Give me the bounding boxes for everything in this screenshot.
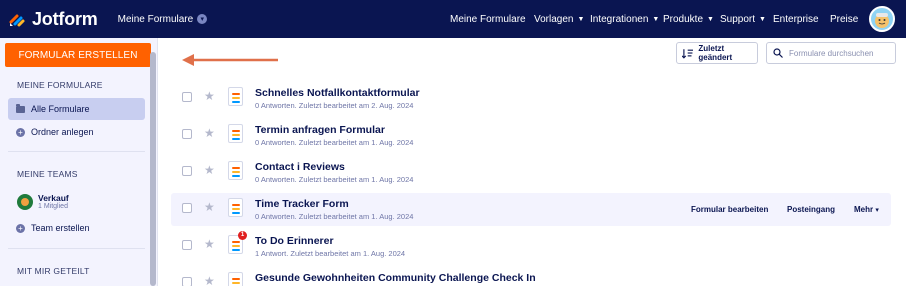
form-row[interactable]: ★ Termin anfragen Formular 0 Antworten. …: [171, 119, 891, 152]
form-row[interactable]: ★ Schnelles Notfallkontaktformular 0 Ant…: [171, 82, 891, 115]
star-icon[interactable]: ★: [204, 200, 215, 214]
edit-form-button[interactable]: Formular bearbeiten: [691, 205, 768, 214]
divider: [8, 248, 145, 249]
row-checkbox[interactable]: [182, 240, 192, 250]
sidebar-item-all-forms[interactable]: Alle Formulare: [8, 98, 145, 120]
nav-item-enterprise[interactable]: Enterprise: [773, 14, 819, 25]
star-icon[interactable]: ★: [204, 163, 215, 177]
form-meta: 0 Antworten. Zuletzt bearbeitet am 1. Au…: [255, 175, 414, 184]
row-checkbox[interactable]: [182, 277, 192, 286]
team-name: Verkauf: [38, 193, 69, 203]
sidebar-item-label: Ordner anlegen: [31, 127, 94, 137]
form-title[interactable]: To Do Erinnerer: [255, 235, 334, 247]
star-icon[interactable]: ★: [204, 126, 215, 140]
nav-item-integrationen[interactable]: Integrationen ▼: [590, 14, 659, 25]
form-title[interactable]: Gesunde Gewohnheiten Community Challenge…: [255, 272, 536, 284]
form-row[interactable]: ★ Contact i Reviews 0 Antworten. Zuletzt…: [171, 156, 891, 189]
form-title[interactable]: Termin anfragen Formular: [255, 124, 385, 136]
top-navigation: Jotform Meine Formulare ▾ Meine Formular…: [0, 0, 906, 38]
chevron-down-icon: ▼: [577, 15, 585, 23]
sidebar-scrollbar[interactable]: [150, 52, 156, 286]
star-icon[interactable]: ★: [204, 237, 215, 251]
sidebar-item-team-verkauf[interactable]: Verkauf 1 Mitglied: [17, 193, 69, 210]
search-input[interactable]: [789, 48, 889, 58]
nav-item-vorlagen[interactable]: Vorlagen ▼: [534, 14, 584, 25]
sidebar-item-label: Alle Formulare: [31, 104, 90, 114]
workspace-selector[interactable]: Meine Formulare ▾: [118, 14, 208, 25]
nav-item-produkte[interactable]: Produkte ▼: [663, 14, 714, 25]
nav-label: Integrationen: [590, 13, 649, 25]
row-checkbox[interactable]: [182, 129, 192, 139]
form-title[interactable]: Schnelles Notfallkontaktformular: [255, 87, 420, 99]
plus-icon: +: [16, 127, 25, 137]
form-icon: [228, 198, 243, 217]
jotform-logo[interactable]: Jotform: [8, 0, 98, 38]
workspace-label: Meine Formulare: [117, 13, 194, 25]
row-checkbox[interactable]: [182, 203, 192, 213]
sort-button[interactable]: Zuletzt geändert: [676, 42, 758, 64]
my-teams-heading: MEINE TEAMS: [17, 169, 78, 179]
chevron-down-icon: ▼: [707, 15, 714, 23]
chevron-down-icon: ▼: [652, 15, 660, 23]
search-box: [766, 42, 896, 64]
jotform-logo-icon: [9, 14, 25, 27]
form-icon: [228, 87, 243, 106]
nav-item-meine-formulare[interactable]: Meine Formulare: [450, 14, 526, 25]
form-icon: [228, 124, 243, 143]
sidebar-item-label: Team erstellen: [31, 223, 90, 233]
star-icon[interactable]: ★: [204, 89, 215, 103]
sidebar: FORMULAR ERSTELLEN MEINE FORMULARE Alle …: [0, 38, 158, 286]
logo-text: Jotform: [32, 8, 98, 29]
folder-icon: [16, 103, 25, 113]
nav-label: Meine Formulare: [450, 13, 526, 25]
more-button[interactable]: Mehr ▾: [854, 205, 879, 214]
sort-label: Zuletzt geändert: [698, 44, 733, 62]
chevron-down-icon: ▾: [875, 207, 879, 214]
row-checkbox[interactable]: [182, 166, 192, 176]
form-meta: 0 Antworten. Zuletzt bearbeitet am 2. Au…: [255, 101, 414, 110]
form-meta: 0 Antworten. Zuletzt bearbeitet am 1. Au…: [255, 212, 414, 221]
form-icon: [228, 161, 243, 180]
star-icon[interactable]: ★: [204, 274, 215, 286]
nav-item-preise[interactable]: Preise: [830, 14, 858, 25]
team-info: Verkauf 1 Mitglied: [38, 193, 69, 210]
row-checkbox[interactable]: [182, 92, 192, 102]
nav-item-support[interactable]: Support ▼: [720, 14, 766, 25]
form-row[interactable]: ★ Gesunde Gewohnheiten Community Challen…: [171, 267, 891, 286]
shared-with-me-heading: MIT MIR GETEILT: [17, 266, 90, 276]
notification-badge: 1: [238, 231, 247, 240]
chevron-down-icon: ▼: [759, 15, 766, 23]
nav-label: Preise: [830, 13, 859, 25]
create-form-button[interactable]: FORMULAR ERSTELLEN: [5, 43, 151, 67]
nav-label: Enterprise: [773, 13, 819, 25]
plus-icon: +: [16, 223, 25, 233]
form-row[interactable]: ★ 1 To Do Erinnerer 1 Antwort. Zuletzt b…: [171, 230, 891, 263]
inbox-button[interactable]: Posteingang: [787, 205, 835, 214]
nav-label: Support: [720, 13, 756, 25]
avatar-face-icon: [875, 13, 889, 28]
divider: [8, 151, 145, 152]
form-row[interactable]: ★ Time Tracker Form 0 Antworten. Zuletzt…: [171, 193, 891, 226]
nav-label: Produkte: [663, 13, 704, 25]
form-title[interactable]: Time Tracker Form: [255, 198, 349, 210]
form-meta: 0 Antworten. Zuletzt bearbeitet am 1. Au…: [255, 138, 414, 147]
sidebar-item-create-team[interactable]: + Team erstellen: [8, 217, 145, 239]
search-icon: [773, 48, 783, 58]
form-meta: 1 Antwort. Zuletzt bearbeitet am 1. Aug.…: [255, 249, 406, 258]
sidebar-item-create-folder[interactable]: + Ordner anlegen: [8, 121, 145, 143]
form-icon: [228, 272, 243, 286]
chevron-down-icon: ▾: [197, 14, 208, 24]
sort-icon: [682, 48, 694, 59]
form-title[interactable]: Contact i Reviews: [255, 161, 345, 173]
my-forms-heading: MEINE FORMULARE: [17, 80, 103, 90]
team-members: 1 Mitglied: [38, 203, 68, 210]
more-label: Mehr: [854, 205, 874, 214]
nav-label: Vorlagen: [534, 13, 574, 25]
arrow-left-icon: [182, 54, 278, 66]
user-avatar[interactable]: [869, 6, 895, 32]
team-avatar: [17, 193, 33, 210]
